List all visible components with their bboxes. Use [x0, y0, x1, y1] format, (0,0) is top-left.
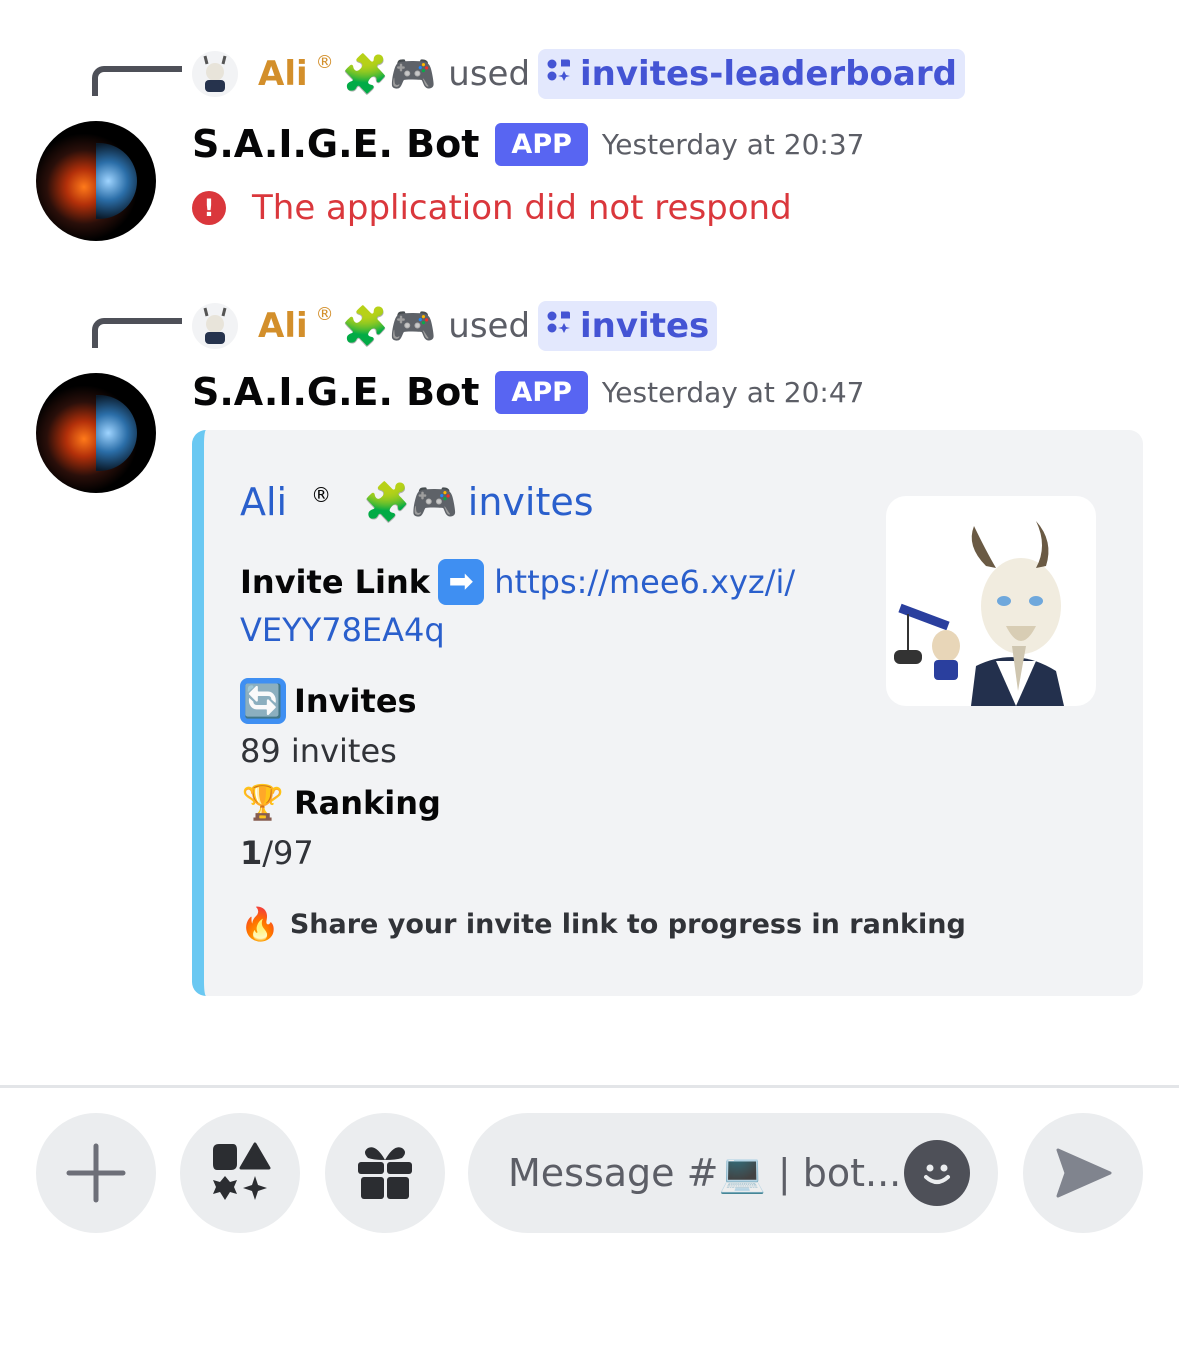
timestamp: Yesterday at 20:37: [601, 127, 865, 161]
reply-connector: [92, 318, 182, 348]
invite-link-url[interactable]: https://mee6.xyz/i/: [494, 563, 795, 601]
rich-embed: Ali ® 🧩🎮 invites Invite Link ➡ https://m…: [192, 430, 1143, 996]
command-context[interactable]: Ali ® 🧩🎮 used invites: [192, 300, 718, 352]
bot-name[interactable]: S.A.I.G.E. Bot: [192, 370, 479, 414]
slash-command-mention[interactable]: invites-leaderboard: [538, 49, 965, 99]
slash-command-mention[interactable]: invites: [538, 301, 718, 351]
used-label: used: [448, 306, 531, 346]
footer-text: Share your invite link to progress in ra…: [289, 908, 966, 940]
error-message: ! The application did not respond: [192, 188, 792, 228]
composer-divider: [0, 1085, 1179, 1088]
goat-avatar-icon: [894, 521, 1064, 706]
reply-connector: [92, 66, 182, 96]
user-name[interactable]: Ali: [258, 306, 308, 346]
embed-author: Ali ® 🧩🎮 invites: [240, 480, 594, 524]
embed-author-name[interactable]: Ali: [240, 480, 287, 524]
user-badge-emojis: 🧩🎮: [341, 304, 437, 348]
ranking-total: /97: [262, 834, 314, 872]
user-name[interactable]: Ali: [258, 54, 308, 94]
invite-link-label-row: Invite Link ➡: [240, 558, 485, 606]
apps-icon: [213, 1142, 271, 1200]
embed-thumbnail[interactable]: [886, 496, 1096, 706]
invites-value: 89 invites: [240, 732, 397, 770]
embed-footer: 🔥 Share your invite link to progress in …: [240, 908, 966, 940]
invite-link-label: Invite Link: [240, 563, 431, 601]
invite-link-field: Invite Link ➡ https://mee6.xyz/i/ VEYY78…: [240, 558, 795, 654]
command-name: invites: [580, 306, 710, 346]
ranking-field: 🏆 Ranking 1/97: [240, 780, 441, 872]
send-button[interactable]: [1023, 1113, 1143, 1233]
gift-button[interactable]: [325, 1113, 445, 1233]
bot-avatar[interactable]: [36, 121, 156, 241]
invites-label-row: 🔄 Invites: [240, 678, 417, 724]
timestamp: Yesterday at 20:47: [601, 375, 865, 409]
used-label: used: [448, 54, 531, 94]
user-badge-emojis: 🧩🎮: [341, 52, 437, 96]
registered-mark: ®: [315, 304, 334, 325]
message-header: S.A.I.G.E. Bot APP Yesterday at 20:37: [192, 116, 864, 172]
bot-name[interactable]: S.A.I.G.E. Bot: [192, 122, 479, 166]
error-text: The application did not respond: [252, 188, 792, 228]
trophy-icon: 🏆: [241, 783, 285, 823]
command-icon: [546, 58, 572, 91]
embed-author-emojis: 🧩🎮: [363, 480, 458, 524]
bot-avatar[interactable]: [36, 373, 156, 493]
emoji-icon: [924, 1164, 950, 1184]
ranking-position: 1: [240, 834, 263, 872]
message-input[interactable]: Message #💻 | bot...: [468, 1113, 998, 1233]
message-input-placeholder: Message #💻 | bot...: [508, 1150, 902, 1195]
emoji-button[interactable]: [904, 1140, 970, 1206]
user-avatar[interactable]: [192, 51, 238, 97]
app-badge: APP: [495, 122, 588, 166]
right-arrow-icon: ➡: [438, 559, 485, 605]
ranking-label: Ranking: [294, 784, 441, 822]
plus-icon: [66, 1143, 126, 1203]
refresh-icon: 🔄: [240, 678, 286, 724]
send-icon: [1056, 1148, 1112, 1198]
embed-title: invites: [467, 480, 594, 524]
ranking-value: 1/97: [240, 834, 441, 872]
registered-mark: ®: [311, 483, 332, 507]
invites-label: Invites: [294, 682, 417, 720]
gift-icon: [358, 1147, 412, 1199]
apps-button[interactable]: [180, 1113, 300, 1233]
user-avatar[interactable]: [192, 303, 238, 349]
add-attachment-button[interactable]: [36, 1113, 156, 1233]
invite-link-url-cont[interactable]: VEYY78EA4q: [240, 611, 445, 649]
command-name: invites-leaderboard: [580, 54, 957, 94]
invites-field: 🔄 Invites 89 invites: [240, 678, 417, 770]
command-icon: [546, 310, 572, 343]
registered-mark: ®: [315, 52, 334, 73]
message-header: S.A.I.G.E. Bot APP Yesterday at 20:47: [192, 364, 864, 420]
app-badge: APP: [495, 370, 588, 414]
ranking-label-row: 🏆 Ranking: [240, 780, 441, 826]
alert-circle-icon: !: [192, 191, 226, 225]
command-context[interactable]: Ali ® 🧩🎮 used invites-leaderboard: [192, 48, 965, 100]
fire-icon: 🔥: [240, 905, 280, 943]
